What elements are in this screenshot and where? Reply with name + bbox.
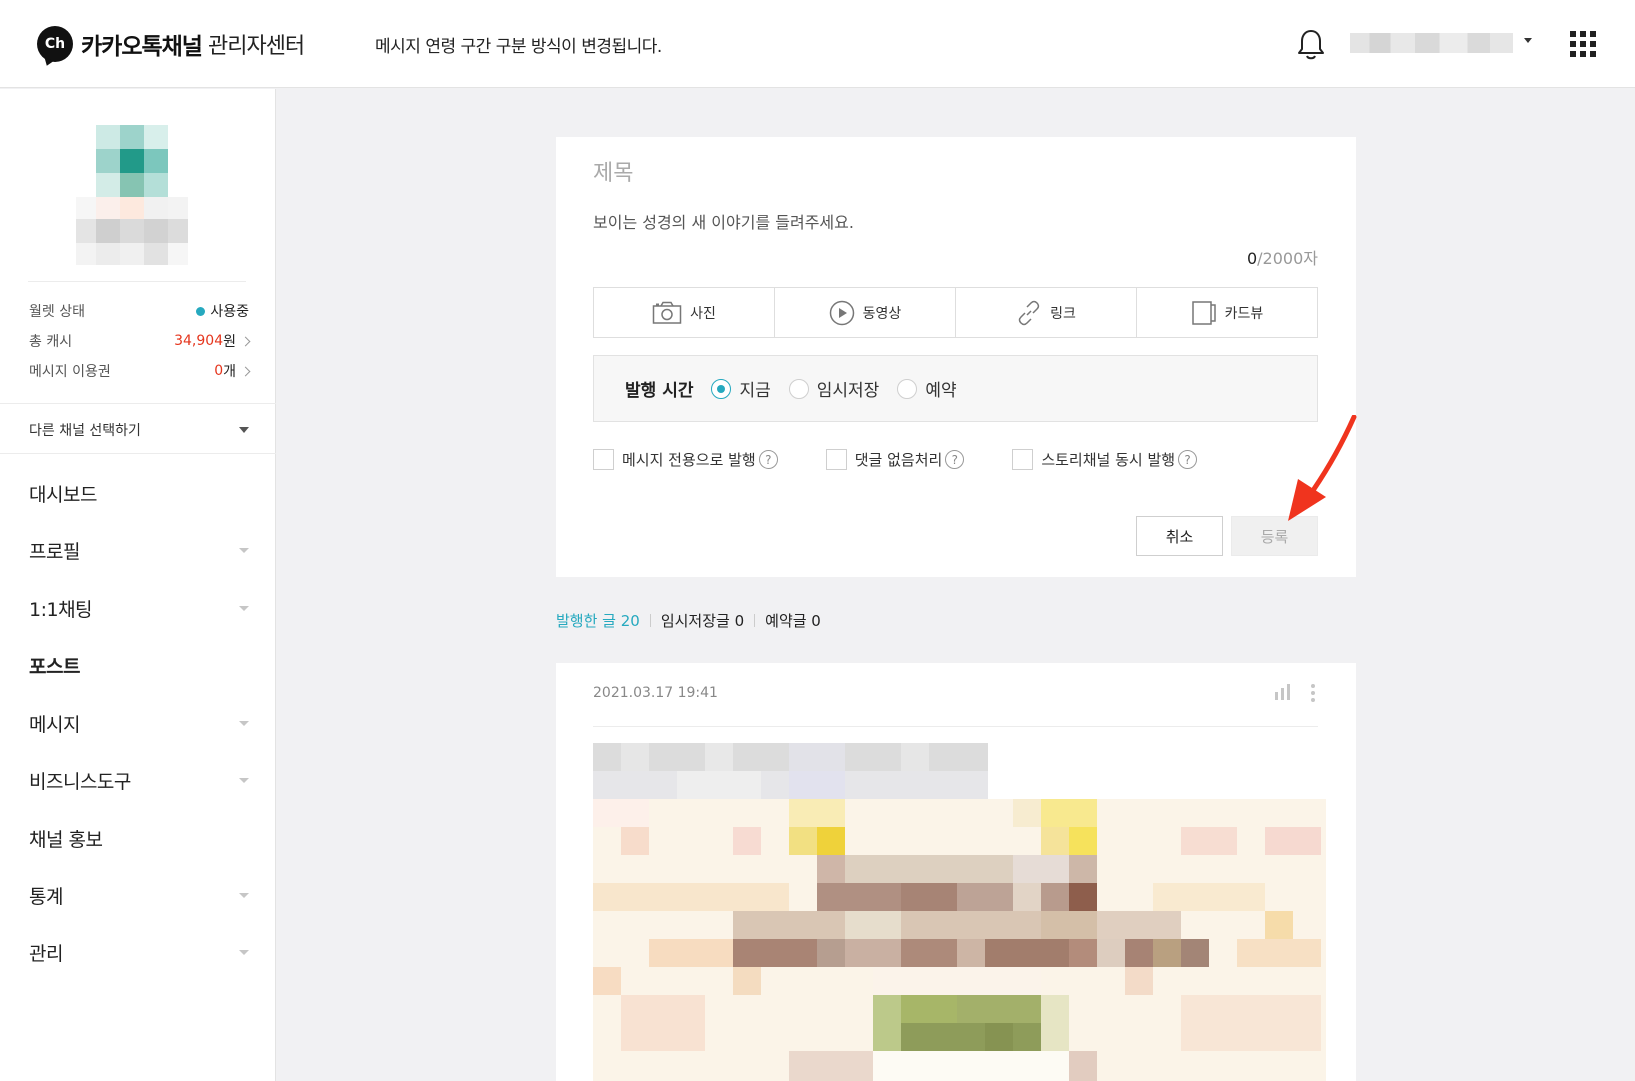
attach-photo-button[interactable]: 사진 <box>594 288 775 337</box>
more-vertical-icon[interactable] <box>1310 683 1316 703</box>
account-name-blurred[interactable] <box>1350 33 1513 53</box>
sidebar-item-stats[interactable]: 통계 <box>29 882 249 909</box>
tab-divider <box>754 614 756 627</box>
sidebar-item-dashboard[interactable]: 대시보드 <box>29 480 249 507</box>
message-voucher-unit: 개 <box>223 364 236 380</box>
play-icon <box>829 300 854 325</box>
cancel-button[interactable]: 취소 <box>1136 516 1223 556</box>
attachment-toolbar: 사진 동영상 링크 카드뷰 <box>593 287 1318 338</box>
camera-icon <box>652 301 682 324</box>
checkbox-icon <box>825 449 847 470</box>
publish-now-radio[interactable]: 지금 <box>711 376 771 401</box>
tab-published[interactable]: 발행한 글 20 <box>556 610 640 631</box>
disable-comments-checkbox[interactable]: 댓글 없음처리 ? <box>825 449 965 470</box>
publish-schedule-radio[interactable]: 예약 <box>897 376 957 401</box>
annotation-arrow-icon <box>1288 415 1357 521</box>
kakao-channel-logo[interactable]: Ch 카카오톡채널 관리자센터 <box>37 26 305 62</box>
message-voucher-row[interactable]: 메시지 이용권 0 개 <box>29 361 251 381</box>
caret-down-icon <box>239 427 249 433</box>
message-only-checkbox[interactable]: 메시지 전용으로 발행 ? <box>593 449 778 470</box>
caret-down-icon <box>239 606 249 611</box>
sidebar-item-channel-promo[interactable]: 채널 홍보 <box>29 825 249 852</box>
channel-profile-image <box>76 125 188 265</box>
profile-divider <box>28 281 246 282</box>
wallet-status-label: 월렛 상태 <box>29 304 85 320</box>
sidebar-item-profile[interactable]: 프로필 <box>29 537 249 564</box>
wallet-status-value: 사용중 <box>210 304 249 320</box>
publish-draft-radio[interactable]: 임시저장 <box>788 376 879 401</box>
post-image-blurred[interactable] <box>593 743 1326 1081</box>
chevron-right-icon <box>240 336 251 346</box>
tab-scheduled[interactable]: 예약글 0 <box>765 610 821 631</box>
tab-divider <box>649 614 651 627</box>
sidebar-item-chat[interactable]: 1:1채팅 <box>29 595 249 622</box>
caret-down-icon <box>239 721 249 726</box>
post-body-input[interactable] <box>593 213 1313 232</box>
account-dropdown-caret-icon[interactable] <box>1524 38 1532 43</box>
top-header: Ch 카카오톡채널 관리자센터 메시지 연령 구간 구분 방식이 변경됩니다. <box>0 0 1635 88</box>
help-icon[interactable]: ? <box>1178 450 1198 469</box>
sidebar: 월렛 상태 사용중 총 캐시 34,904 원 메시지 이용권 0 개 다른 채… <box>0 89 276 1081</box>
checkbox-icon <box>593 449 614 470</box>
post-tabs: 발행한 글 20 임시저장글 0 예약글 0 <box>556 610 821 631</box>
wallet-status-row: 월렛 상태 사용중 <box>29 301 249 321</box>
sidebar-item-business-tools[interactable]: 비즈니스도구 <box>29 767 249 794</box>
caret-down-icon <box>239 548 249 553</box>
channel-logo-icon: Ch <box>37 26 73 62</box>
caret-down-icon <box>239 893 249 898</box>
total-cash-row[interactable]: 총 캐시 34,904 원 <box>29 331 251 351</box>
message-voucher-value: 0 <box>214 363 224 379</box>
sidebar-item-post[interactable]: 포스트 <box>29 652 249 679</box>
post-date: 2021.03.17 19:41 <box>593 685 718 701</box>
radio-checked-icon <box>711 378 732 399</box>
notice-banner[interactable]: 메시지 연령 구간 구분 방식이 변경됩니다. <box>375 32 662 57</box>
help-icon[interactable]: ? <box>945 450 965 469</box>
chevron-right-icon <box>240 366 251 376</box>
brand-name: 카카오톡채널 <box>81 34 203 60</box>
post-editor-card: 0/2000자 사진 동영상 링크 <box>556 137 1356 577</box>
sidebar-item-manage[interactable]: 관리 <box>29 939 249 966</box>
channel-select-dropdown[interactable]: 다른 채널 선택하기 <box>29 420 249 440</box>
sidebar-item-message[interactable]: 메시지 <box>29 710 249 737</box>
attach-video-button[interactable]: 동영상 <box>775 288 956 337</box>
tab-drafts[interactable]: 임시저장글 0 <box>661 610 744 631</box>
char-counter: 0/2000자 <box>1246 249 1318 268</box>
sidebar-divider <box>0 453 276 454</box>
radio-unchecked-icon <box>897 378 918 399</box>
publish-time-label: 발행 시간 <box>625 381 694 401</box>
post-title-input[interactable] <box>593 161 1193 186</box>
cardview-icon <box>1191 300 1216 325</box>
link-icon <box>1018 300 1040 325</box>
help-icon[interactable]: ? <box>758 450 778 469</box>
post-card: 2021.03.17 19:41 <box>556 663 1356 1081</box>
radio-unchecked-icon <box>788 378 809 399</box>
total-cash-value: 34,904 <box>174 333 224 349</box>
total-cash-unit: 원 <box>223 334 236 350</box>
total-cash-label: 총 캐시 <box>29 334 73 350</box>
post-divider <box>593 726 1318 727</box>
status-active-dot-icon <box>196 306 206 316</box>
attach-cardview-button[interactable]: 카드뷰 <box>1137 288 1317 337</box>
channel-select-label: 다른 채널 선택하기 <box>29 423 141 439</box>
checkbox-icon <box>1012 449 1034 470</box>
apps-grid-icon[interactable] <box>1570 31 1596 57</box>
publish-time-box: 발행 시간 지금 임시저장 예약 <box>593 355 1318 422</box>
bell-icon[interactable] <box>1296 28 1326 62</box>
message-voucher-label: 메시지 이용권 <box>29 364 111 380</box>
attach-link-button[interactable]: 링크 <box>956 288 1137 337</box>
story-channel-checkbox[interactable]: 스토리채널 동시 발행 ? <box>1012 449 1198 470</box>
caret-down-icon <box>239 950 249 955</box>
publish-options: 메시지 전용으로 발행 ? 댓글 없음처리 ? 스토리채널 동시 발행 ? <box>593 449 1198 470</box>
brand-subtitle: 관리자센터 <box>207 34 305 59</box>
bar-chart-icon[interactable] <box>1274 683 1292 701</box>
sidebar-divider <box>0 403 276 404</box>
caret-down-icon <box>239 778 249 783</box>
